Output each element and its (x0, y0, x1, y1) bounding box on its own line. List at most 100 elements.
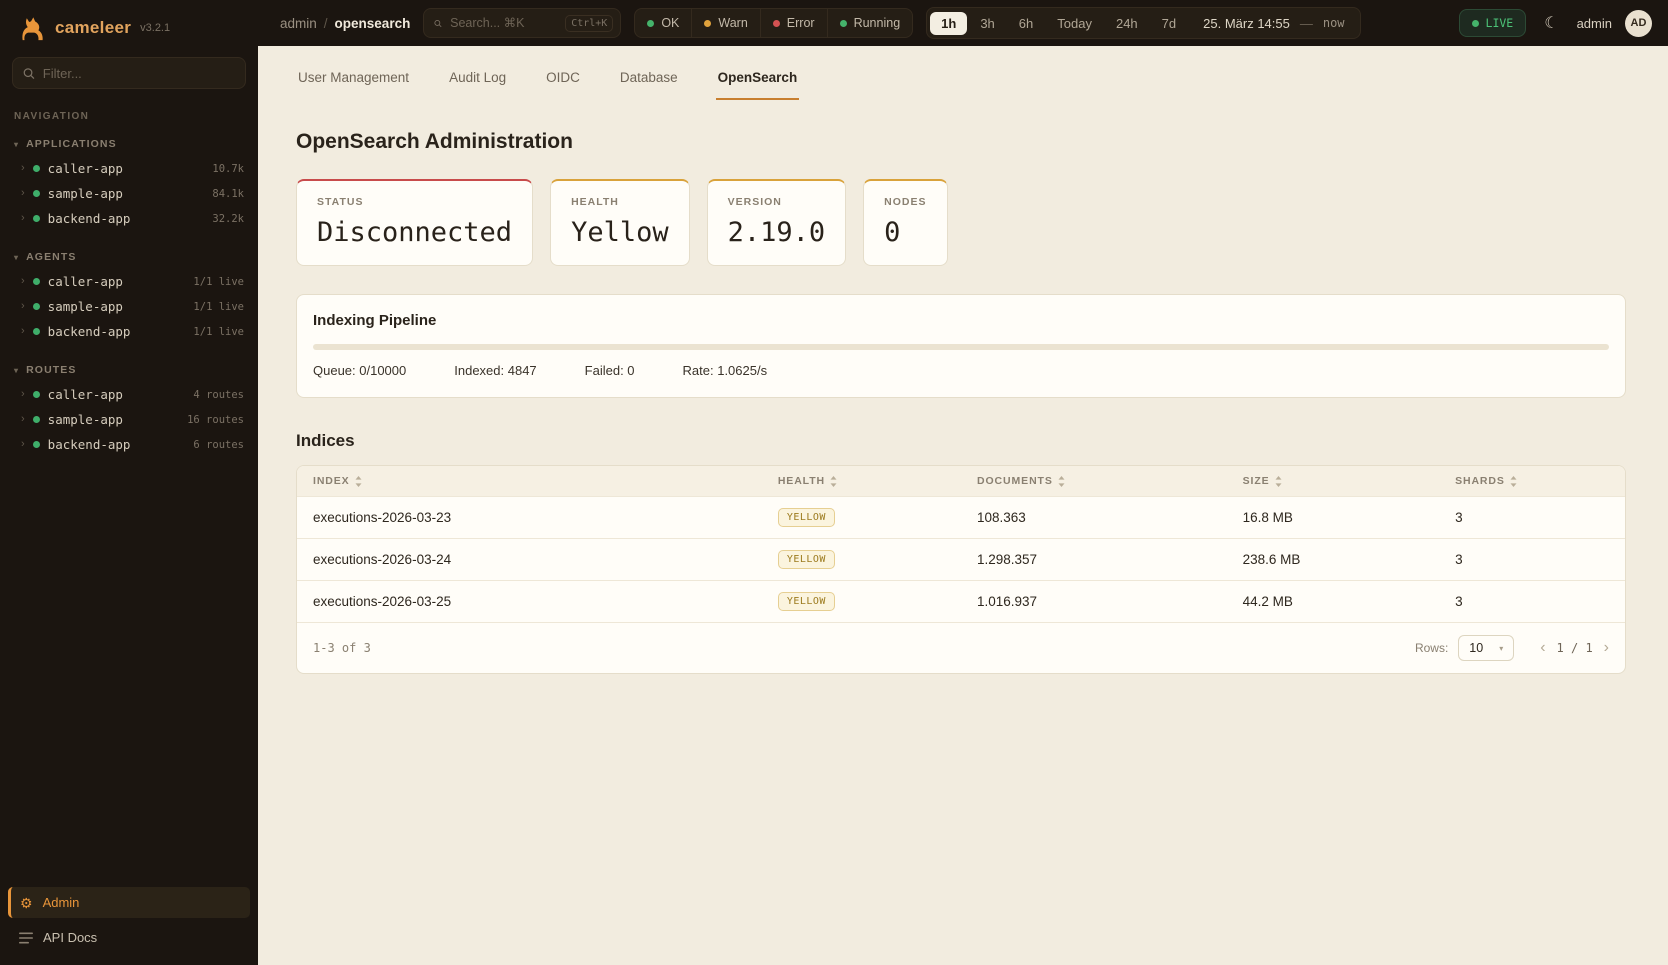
search-input[interactable] (450, 16, 557, 30)
sidebar-item-app-caller[interactable]: › caller-app 10.7k (0, 156, 258, 181)
status-dot (33, 303, 40, 310)
next-page-button[interactable]: › (1604, 640, 1609, 656)
tab-opensearch[interactable]: OpenSearch (716, 70, 800, 100)
api-docs-label: API Docs (43, 930, 97, 945)
pipeline-indexed: Indexed: 4847 (454, 363, 536, 378)
stat-card-health: HEALTH Yellow (550, 179, 690, 266)
sidebar-item-app-sample[interactable]: › sample-app 84.1k (0, 181, 258, 206)
caret-down-icon: ▾ (14, 366, 19, 375)
stat-label: NODES (884, 196, 926, 208)
stat-card-nodes: NODES 0 (863, 179, 947, 266)
rows-per-page-value: 10 (1469, 641, 1483, 655)
item-badge: 84.1k (212, 188, 244, 200)
item-badge: 1/1 live (193, 326, 244, 338)
sidebar-item-agent-backend[interactable]: › backend-app 1/1 live (0, 319, 258, 344)
column-label: HEALTH (778, 475, 825, 487)
item-badge: 32.2k (212, 213, 244, 225)
pagination: ‹ 1 / 1 › (1540, 640, 1609, 656)
status-dot (33, 278, 40, 285)
sidebar-item-route-backend[interactable]: › backend-app 6 routes (0, 432, 258, 457)
breadcrumb-root[interactable]: admin (280, 16, 317, 31)
time-range-6h[interactable]: 6h (1008, 12, 1044, 35)
section-agents: ▾ AGENTS › caller-app 1/1 live › sample-… (0, 247, 258, 344)
caret-down-icon: ▾ (14, 253, 19, 262)
status-dot (33, 416, 40, 423)
tab-user-management[interactable]: User Management (296, 70, 411, 100)
pipeline-queue: Queue: 0/10000 (313, 363, 406, 378)
admin-label: Admin (43, 895, 80, 910)
item-badge: 6 routes (193, 439, 244, 451)
item-label: caller-app (48, 387, 123, 402)
sidebar-item-route-caller[interactable]: › caller-app 4 routes (0, 382, 258, 407)
sidebar-item-app-backend[interactable]: › backend-app 32.2k (0, 206, 258, 231)
chevron-right-icon: › (21, 163, 25, 174)
gear-icon: ⚙ (20, 896, 33, 910)
chevron-right-icon: › (21, 276, 25, 287)
section-header-applications[interactable]: ▾ APPLICATIONS (0, 134, 258, 156)
prev-page-button[interactable]: ‹ (1540, 640, 1545, 656)
tab-database[interactable]: Database (618, 70, 680, 100)
filter-error-button[interactable]: Error (760, 9, 827, 37)
sidebar-item-api-docs[interactable]: API Docs (8, 922, 250, 953)
section-header-routes[interactable]: ▾ ROUTES (0, 360, 258, 382)
stat-value: Disconnected (317, 217, 512, 248)
status-dot (33, 391, 40, 398)
sidebar: cameleer v3.2.1 NAVIGATION ▾ APPLICATION… (0, 0, 258, 965)
table-row[interactable]: executions-2026-03-23 YELLOW 108.363 16.… (297, 497, 1625, 539)
app-version: v3.2.1 (140, 22, 170, 34)
tab-oidc[interactable]: OIDC (544, 70, 582, 100)
column-header-size[interactable]: SIZE (1227, 466, 1439, 497)
rows-per-page-select[interactable]: 10 ▾ (1458, 635, 1514, 661)
stat-label: HEALTH (571, 196, 669, 208)
column-label: INDEX (313, 475, 350, 487)
section-title: ROUTES (26, 364, 76, 376)
sort-icon (1275, 476, 1282, 487)
cell-documents: 1.016.937 (961, 581, 1227, 623)
app-name: cameleer (55, 18, 131, 38)
sidebar-item-agent-sample[interactable]: › sample-app 1/1 live (0, 294, 258, 319)
dark-mode-toggle[interactable]: ☾ (1539, 11, 1563, 35)
cell-documents: 1.298.357 (961, 539, 1227, 581)
chevron-down-icon: ▾ (1499, 644, 1503, 653)
cell-size: 238.6 MB (1227, 539, 1439, 581)
sidebar-item-admin[interactable]: ⚙ Admin (8, 887, 250, 918)
pipeline-stats: Queue: 0/10000 Indexed: 4847 Failed: 0 R… (313, 363, 1609, 378)
sort-icon (830, 476, 837, 487)
live-toggle[interactable]: LIVE (1459, 9, 1527, 37)
indices-table-card: INDEX HEALTH DOCUMENTS SIZE SHARDS execu… (296, 465, 1626, 674)
table-row[interactable]: executions-2026-03-25 YELLOW 1.016.937 4… (297, 581, 1625, 623)
stat-cards: STATUS Disconnected HEALTH Yellow VERSIO… (296, 179, 1626, 266)
time-range-group: 1h 3h 6h Today 24h 7d 25. März 14:55 — n… (926, 7, 1360, 39)
table-footer: 1-3 of 3 Rows: 10 ▾ ‹ 1 / 1 › (297, 622, 1625, 673)
item-badge: 1/1 live (193, 301, 244, 313)
time-range-24h[interactable]: 24h (1105, 12, 1149, 35)
avatar[interactable]: AD (1625, 10, 1652, 37)
column-header-documents[interactable]: DOCUMENTS (961, 466, 1227, 497)
app-root: cameleer v3.2.1 NAVIGATION ▾ APPLICATION… (0, 0, 1668, 965)
warn-dot-icon (704, 20, 711, 27)
filter-warn-button[interactable]: Warn (691, 9, 759, 37)
column-header-shards[interactable]: SHARDS (1439, 466, 1625, 497)
status-dot (33, 165, 40, 172)
item-label: sample-app (48, 186, 123, 201)
column-header-index[interactable]: INDEX (297, 466, 762, 497)
tab-audit-log[interactable]: Audit Log (447, 70, 508, 100)
sidebar-item-agent-caller[interactable]: › caller-app 1/1 live (0, 269, 258, 294)
filter-running-button[interactable]: Running (827, 9, 913, 37)
sidebar-item-route-sample[interactable]: › sample-app 16 routes (0, 407, 258, 432)
section-header-agents[interactable]: ▾ AGENTS (0, 247, 258, 269)
time-range-3h[interactable]: 3h (969, 12, 1005, 35)
filter-ok-button[interactable]: OK (635, 9, 691, 37)
filter-input[interactable] (43, 66, 235, 81)
chevron-right-icon: › (21, 414, 25, 425)
table-row[interactable]: executions-2026-03-24 YELLOW 1.298.357 2… (297, 539, 1625, 581)
column-header-health[interactable]: HEALTH (762, 466, 961, 497)
live-dot-icon (1472, 20, 1479, 27)
stat-card-status: STATUS Disconnected (296, 179, 533, 266)
caret-down-icon: ▾ (14, 140, 19, 149)
time-range-today[interactable]: Today (1046, 12, 1103, 35)
column-label: DOCUMENTS (977, 475, 1053, 487)
time-range-7d[interactable]: 7d (1151, 12, 1187, 35)
status-dot (33, 441, 40, 448)
time-range-1h[interactable]: 1h (930, 12, 967, 35)
